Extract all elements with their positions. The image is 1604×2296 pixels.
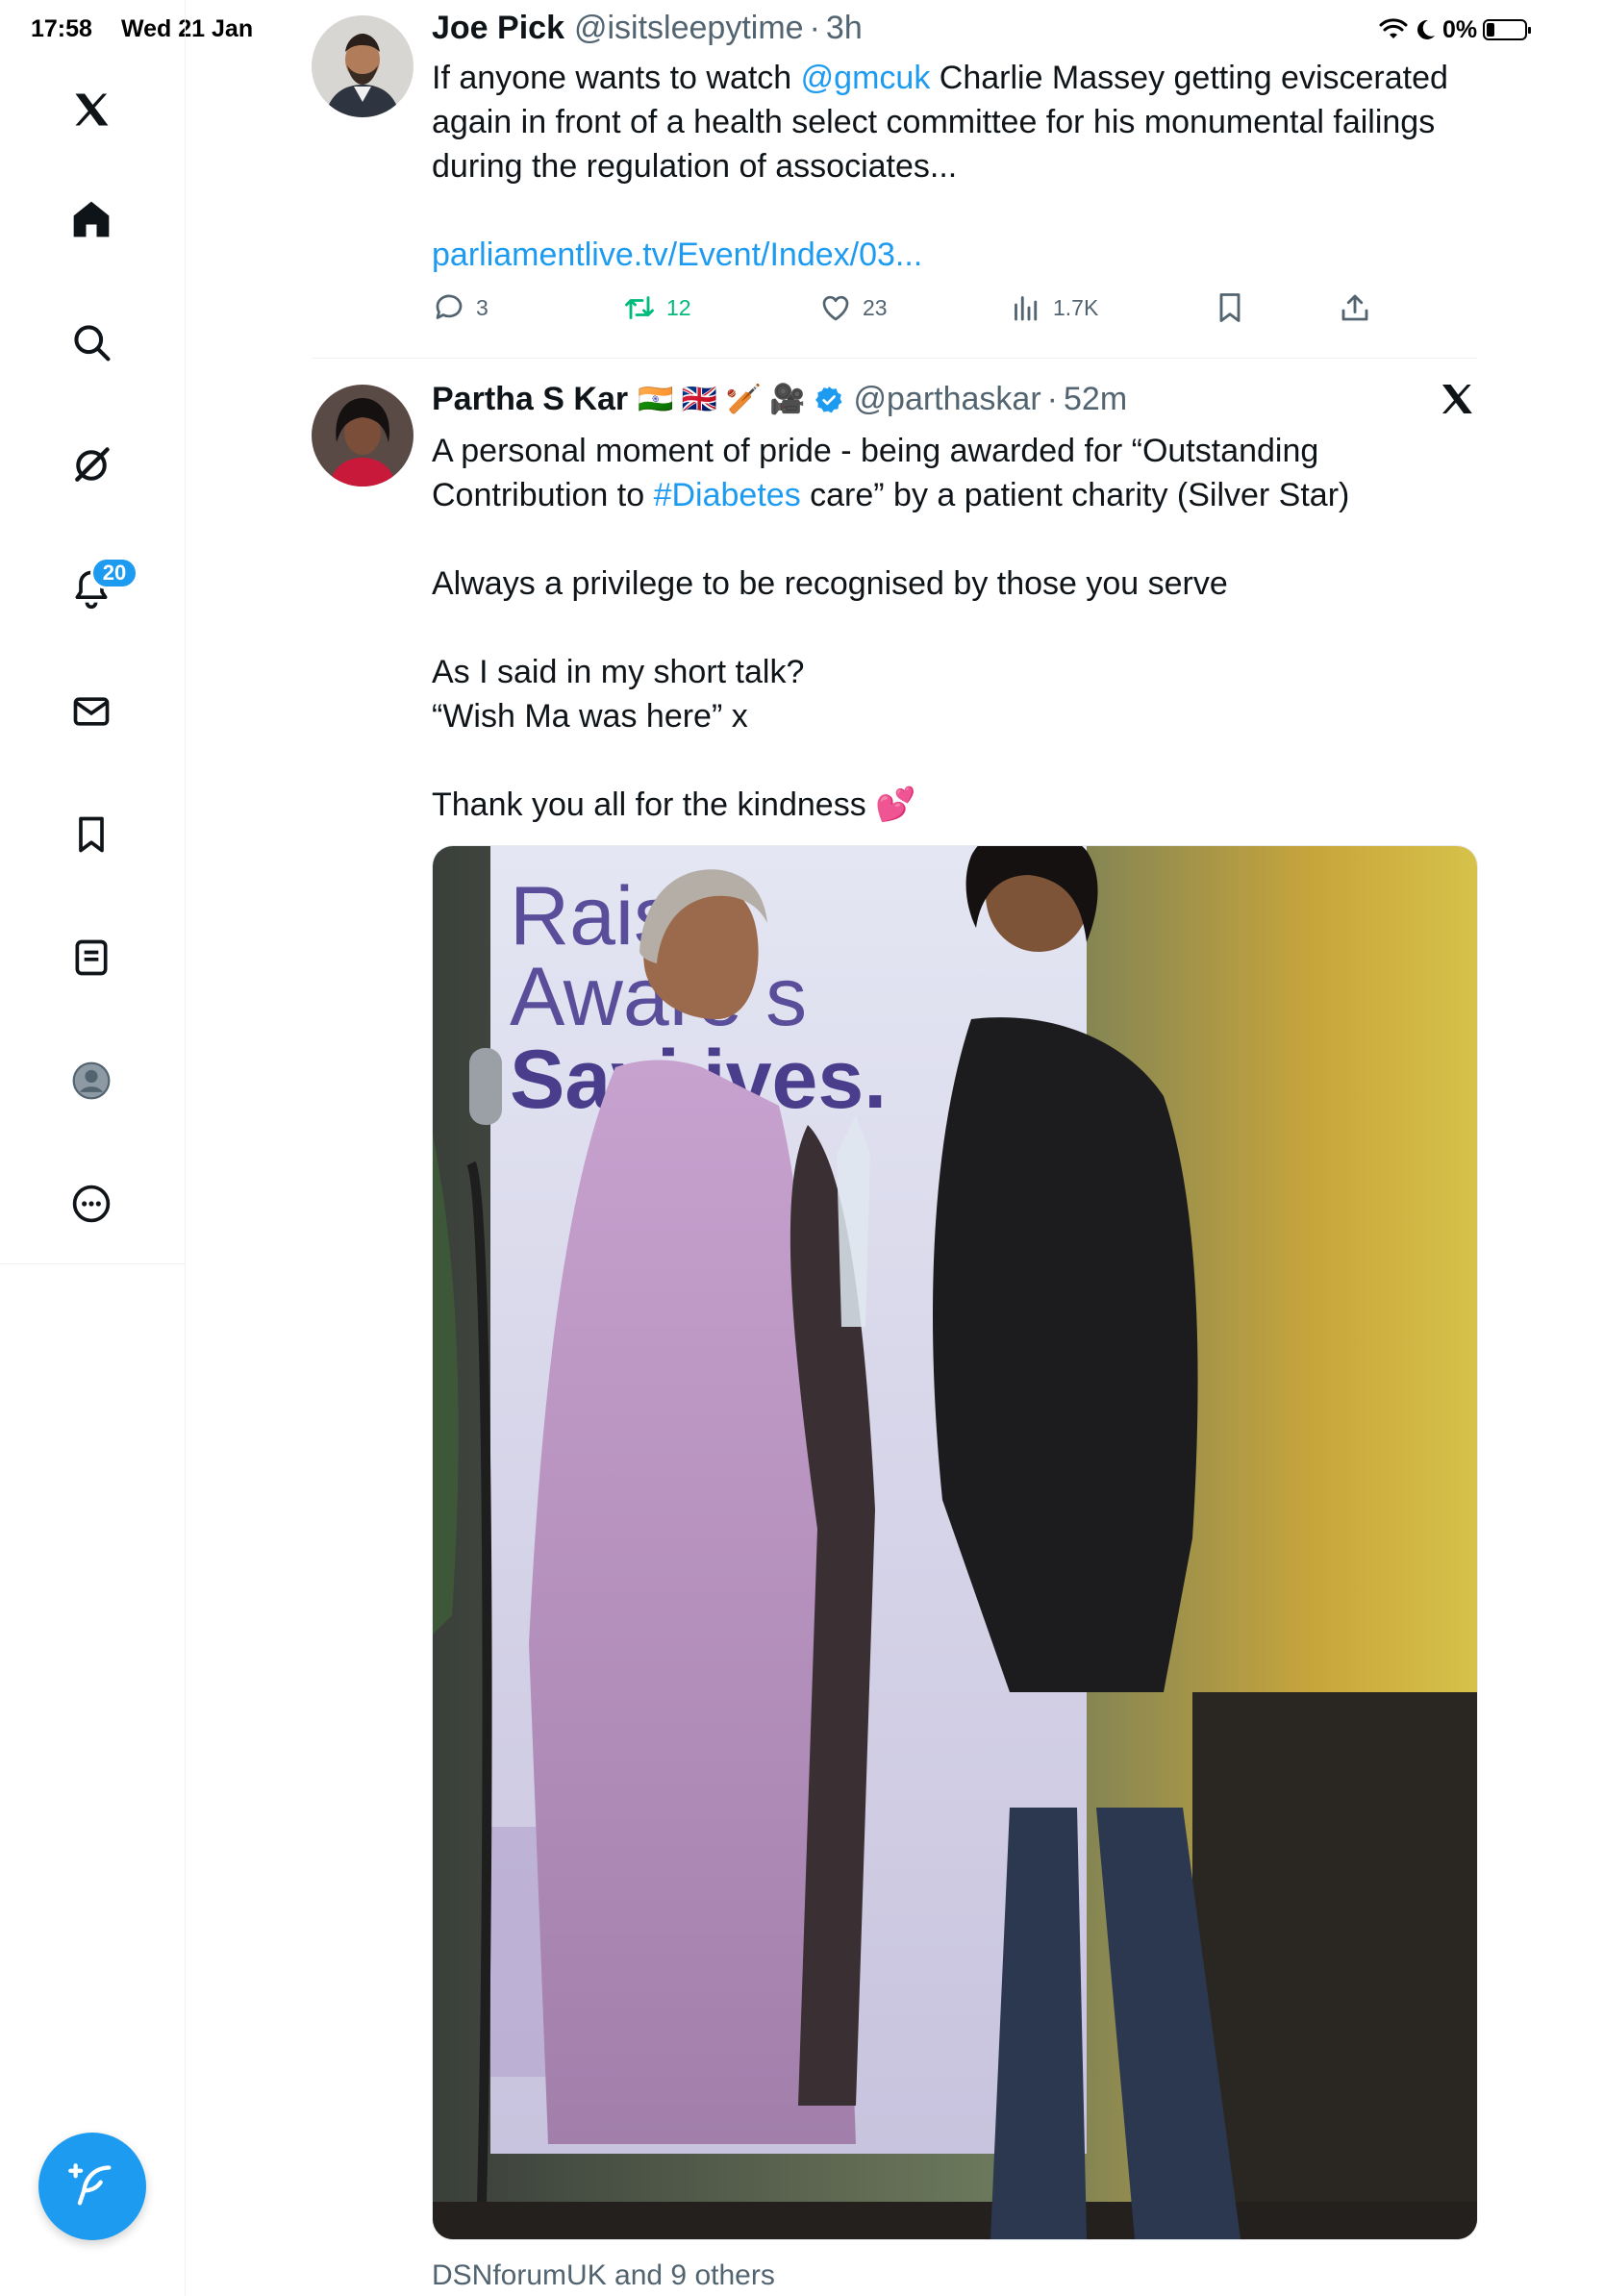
search-icon[interactable] xyxy=(64,315,118,369)
hashtag-link[interactable]: #Diabetes xyxy=(654,477,801,513)
reply-button[interactable]: 3 xyxy=(432,290,489,325)
views-button[interactable]: 1.7K xyxy=(1009,290,1098,325)
sidebar-divider xyxy=(0,1263,185,1264)
separator-dot: · xyxy=(1046,381,1058,417)
retweet-button[interactable]: 12 xyxy=(622,290,691,325)
moon-icon xyxy=(1417,19,1435,39)
reply-count: 3 xyxy=(476,294,489,320)
tweet-text: A personal moment of pride - being award… xyxy=(432,429,1451,827)
share-button[interactable] xyxy=(1338,290,1372,325)
tweet-time[interactable]: 3h xyxy=(826,10,863,47)
avatar[interactable] xyxy=(312,385,414,487)
x-logo-icon[interactable] xyxy=(64,83,118,137)
mail-icon[interactable] xyxy=(64,685,118,738)
views-count: 1.7K xyxy=(1053,294,1099,320)
separator-dot: · xyxy=(809,10,820,46)
tweet-text-part: care” by a patient charity (Silver Star) xyxy=(800,477,1350,513)
tweet-time[interactable]: 52m xyxy=(1064,381,1127,418)
tweet-text: If anyone wants to watch @gmcuk Charlie … xyxy=(432,56,1451,277)
share-icon xyxy=(1341,294,1368,321)
battery-percent: 0% xyxy=(1442,15,1478,43)
url-link[interactable]: parliamentlive.tv/Event/Index/03... xyxy=(432,237,922,273)
flag-emojis: 🇮🇳 🇬🇧 🏏 🎥 xyxy=(638,384,806,415)
verified-badge-icon xyxy=(815,386,841,412)
wifi-icon xyxy=(1379,18,1408,38)
author-name[interactable]: Joe Pick xyxy=(432,10,564,47)
tweet-text-part: If anyone wants to watch xyxy=(432,60,801,96)
tweet-text-part: Contribution to xyxy=(432,477,654,513)
like-count: 23 xyxy=(863,294,888,320)
reply-icon xyxy=(436,294,463,319)
like-button[interactable]: 23 xyxy=(818,290,888,325)
tweet-photo[interactable]: Raisin Aware s Savi ives. xyxy=(432,845,1478,2240)
award-photo-image: Raisin Aware s Savi ives. xyxy=(433,846,1477,2239)
status-indicators: 0% xyxy=(1379,13,1532,46)
battery-icon xyxy=(1483,19,1532,40)
tweet-line: Always a privilege to be recognised by t… xyxy=(432,565,1228,602)
tweet-divider xyxy=(312,358,1477,359)
lists-icon[interactable] xyxy=(64,931,118,985)
tweet-line: Thank you all for the kindness 💕 xyxy=(432,786,916,823)
author-handle[interactable]: @parthaskar xyxy=(854,381,1041,418)
more-icon[interactable] xyxy=(64,1177,118,1231)
x-logo-icon[interactable] xyxy=(1438,380,1476,418)
grok-icon[interactable] xyxy=(64,438,118,492)
author-handle[interactable]: @isitsleepytime xyxy=(574,10,804,47)
liked-by-text[interactable]: DSNforumUK and 9 others xyxy=(432,2259,775,2292)
retweet-icon xyxy=(625,296,654,319)
notification-badge: 20 xyxy=(90,557,138,589)
bookmark-icon[interactable] xyxy=(64,808,118,861)
bookmark-button[interactable] xyxy=(1213,290,1247,325)
tweet-line: A personal moment of pride - being award… xyxy=(432,433,1319,469)
sidebar: 20 xyxy=(0,0,186,2296)
tweet-header: Partha S Kar 🇮🇳 🇬🇧 🏏 🎥 @parthaskar · 52m xyxy=(432,381,1127,418)
home-icon[interactable] xyxy=(64,192,118,246)
compose-feather-icon xyxy=(68,2163,112,2206)
mention-link[interactable]: @gmcuk xyxy=(801,60,931,96)
tweet-line: As I said in my short talk? xyxy=(432,654,805,690)
tweet-header: Joe Pick @isitsleepytime · 3h xyxy=(432,10,863,47)
author-name[interactable]: Partha S Kar xyxy=(432,381,628,418)
heart-icon xyxy=(822,295,849,321)
avatar[interactable] xyxy=(312,15,414,117)
profile-icon[interactable] xyxy=(64,1054,118,1108)
bookmark-icon xyxy=(1219,293,1241,322)
views-icon xyxy=(1015,296,1038,321)
retweet-count: 12 xyxy=(666,294,691,320)
tweet-actions: 3 12 23 1.7K xyxy=(432,290,1413,333)
compose-button[interactable] xyxy=(38,2133,146,2240)
tweet-line: “Wish Ma was here” x xyxy=(432,698,748,735)
